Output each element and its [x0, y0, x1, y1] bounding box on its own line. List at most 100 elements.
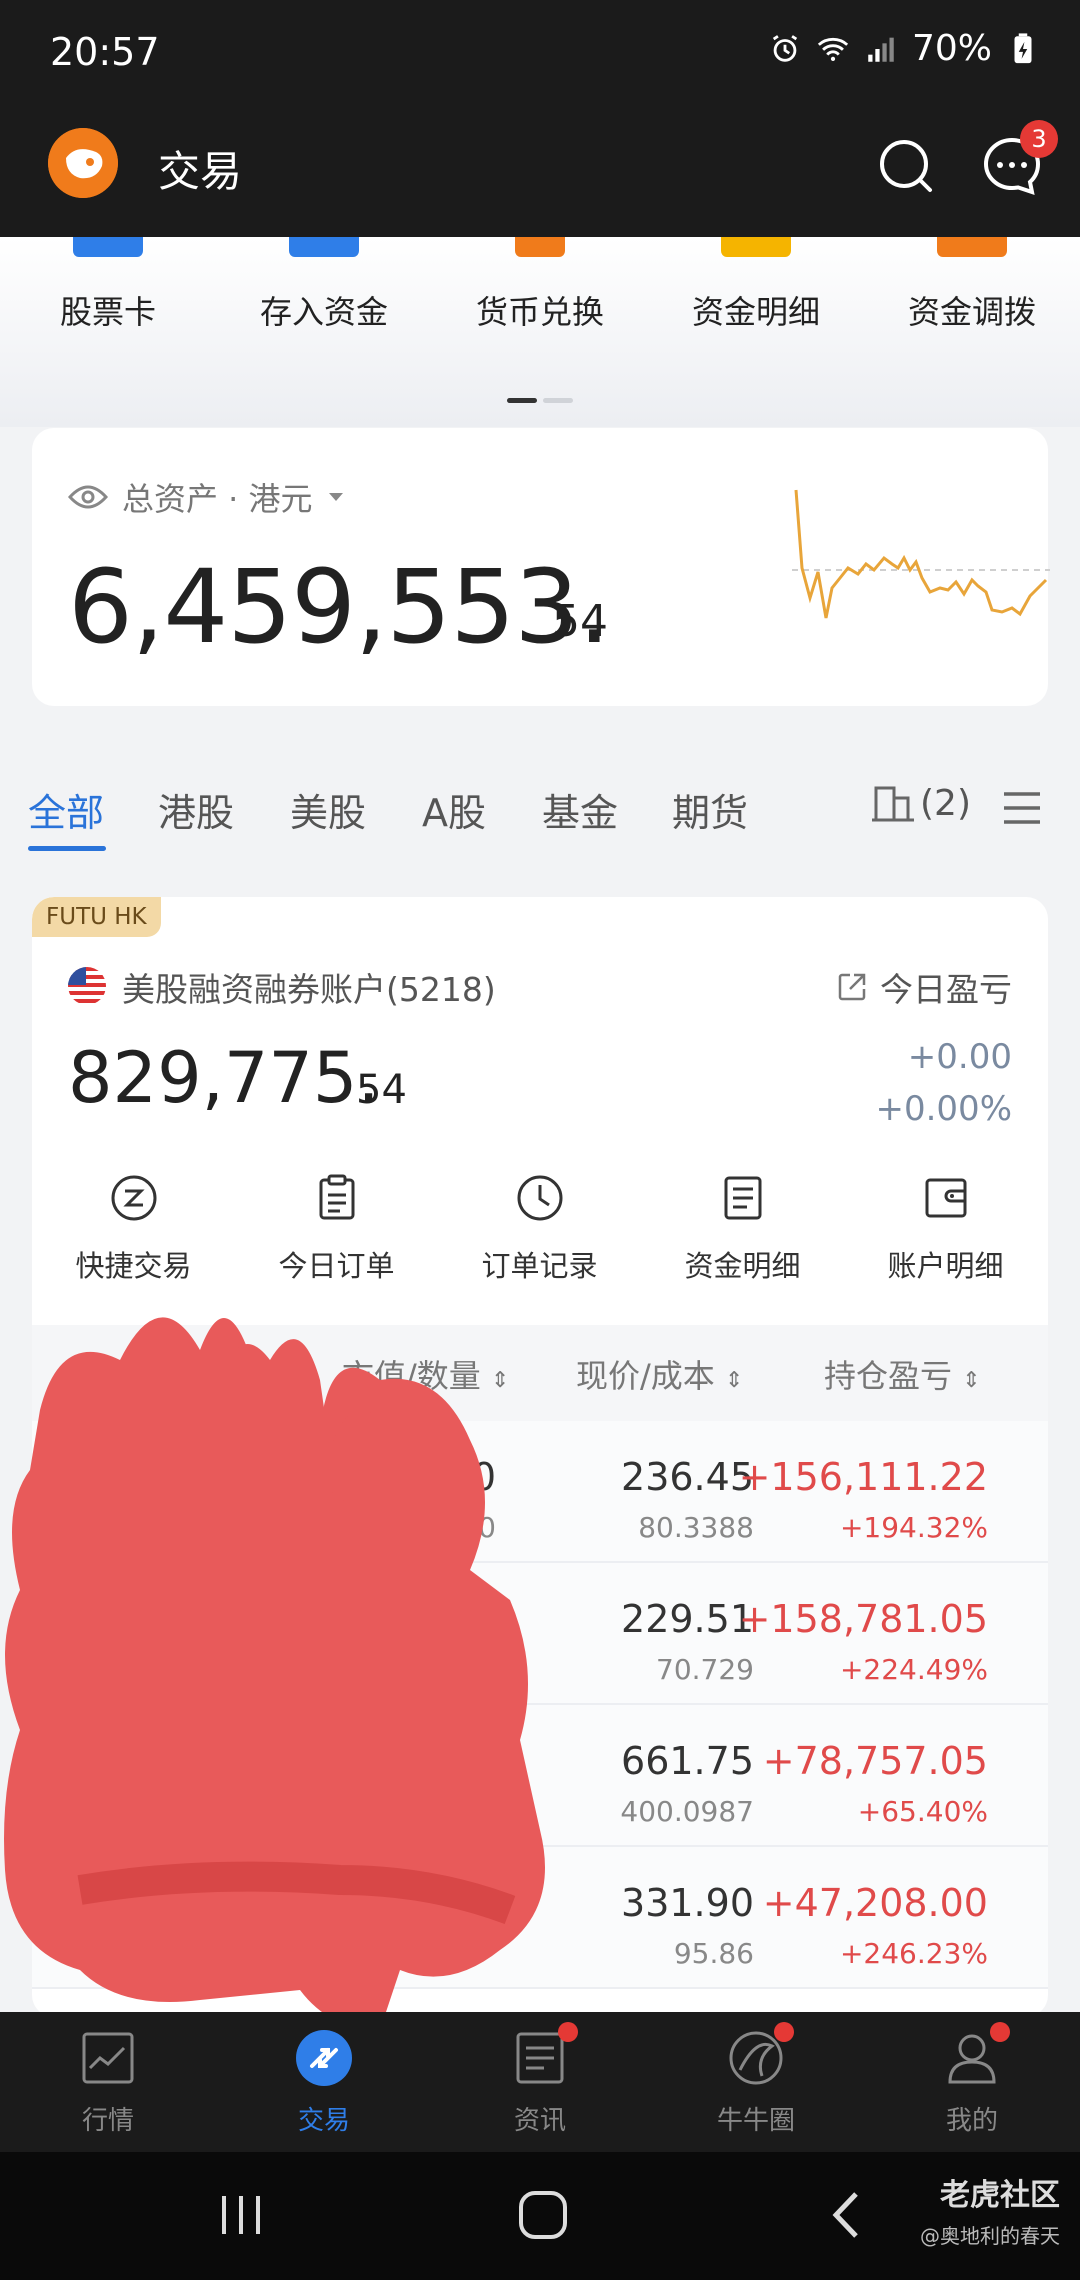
app-header: 交易 3 [0, 110, 1080, 237]
nav-profile[interactable]: 我的 [864, 2022, 1080, 2137]
shortcut-label: 股票卡 [59, 293, 156, 331]
eye-icon[interactable] [68, 483, 108, 511]
nav-label: 行情 [81, 2106, 134, 2136]
broker-tag: FUTU HK [32, 897, 161, 937]
status-bar: 20:57 70% [0, 0, 1080, 110]
current-price: 661.75 [621, 1739, 754, 1783]
fund-details-icon [721, 237, 791, 257]
nav-label: 牛牛圈 [716, 2106, 795, 2136]
redaction-scribble [4, 1317, 545, 2030]
building-icon [872, 786, 914, 822]
watermark: 老虎社区 @奥地利的春天 [920, 2170, 1060, 2249]
shortcut-label: 资金调拨 [907, 293, 1036, 331]
tab-all[interactable]: 全部 [28, 782, 104, 837]
shortcut-deposit[interactable]: 存入资金 [224, 237, 424, 333]
accounts-count: (2) [920, 782, 971, 824]
shortcut-label: 存入资金 [259, 293, 388, 331]
action-label: 账户明细 [887, 1249, 1004, 1283]
caret-down-icon [328, 493, 343, 501]
home-icon[interactable] [516, 2188, 570, 2242]
tab-futures[interactable]: 期货 [672, 782, 748, 837]
tab-a-shares[interactable]: A股 [422, 782, 486, 837]
total-assets-card[interactable]: 总资产 · 港元 6,459,553. 54 [32, 428, 1050, 706]
accounts-switcher[interactable]: (2) [870, 780, 971, 826]
total-assets-value: 6,459,553. [68, 548, 611, 667]
search-icon[interactable] [876, 136, 936, 196]
position-pnl: +47,208.00 [762, 1881, 988, 1925]
message-badge: 3 [1020, 120, 1058, 158]
tab-us-stocks[interactable]: 美股 [290, 782, 366, 837]
fund-details-button[interactable]: 资金明细 [641, 1173, 844, 1285]
us-flag-icon [68, 967, 106, 1005]
sort-icon: ⇕ [962, 1368, 981, 1393]
order-history-button[interactable]: 订单记录 [438, 1173, 641, 1285]
shortcut-currency-exchange[interactable]: 货币兑换 [440, 237, 640, 333]
share-icon[interactable] [836, 971, 868, 1003]
nav-label: 资讯 [513, 2106, 566, 2136]
current-price: 229.51 [621, 1597, 754, 1641]
battery-percent: 70% [911, 28, 992, 69]
notification-dot [774, 2022, 794, 2042]
recent-apps-icon[interactable] [216, 2190, 266, 2240]
total-assets-decimal: 54 [552, 596, 608, 647]
watermark-user: @奥地利的春天 [920, 2224, 1060, 2248]
nav-market[interactable]: 行情 [0, 2028, 216, 2137]
sparkline-chart [792, 489, 1050, 619]
wifi-icon [817, 37, 849, 61]
sort-position-pnl[interactable]: 持仓盈亏 ⇕ [824, 1351, 981, 1397]
cost-price: 80.3388 [638, 1511, 754, 1544]
signal-icon [868, 37, 894, 62]
page-dot [543, 398, 573, 403]
quick-trade-button[interactable]: 快捷交易 [32, 1173, 235, 1285]
position-pnl: +156,111.22 [738, 1455, 988, 1499]
clipboard-icon [319, 1174, 354, 1220]
nav-community[interactable]: 牛牛圈 [648, 2022, 864, 2137]
notification-dot [990, 2022, 1010, 2042]
position-pnl-percent: +246.23% [839, 1937, 988, 1970]
circle-icon [726, 2022, 794, 2088]
menu-icon[interactable] [1002, 788, 1042, 828]
tab-funds[interactable]: 基金 [542, 782, 618, 837]
bottom-nav: 行情 交易 资讯 牛牛圈 我的 [0, 2012, 1080, 2152]
nav-label: 交易 [297, 2106, 350, 2136]
system-nav-bar: 老虎社区 @奥地利的春天 [0, 2152, 1080, 2280]
page-dot-active [507, 398, 537, 403]
position-pnl: +78,757.05 [762, 1739, 988, 1783]
page-title: 交易 [158, 147, 243, 196]
quick-trade-icon [111, 1175, 156, 1221]
total-assets-label: 总资产 · 港元 [122, 480, 313, 518]
account-details-button[interactable]: 账户明细 [844, 1173, 1047, 1285]
position-pnl-percent: +194.32% [839, 1511, 988, 1544]
exchange-icon [515, 237, 565, 257]
position-pnl-percent: +224.49% [839, 1653, 988, 1686]
total-assets-header[interactable]: 总资产 · 港元 [68, 474, 345, 520]
back-icon[interactable] [826, 2190, 866, 2240]
current-price: 236.45 [621, 1455, 754, 1499]
fund-transfer-icon [937, 237, 1007, 257]
wallet-icon [925, 1178, 966, 1218]
page-indicator [0, 388, 1080, 407]
trade-icon [294, 2028, 354, 2088]
cost-price: 95.86 [673, 1937, 754, 1970]
chart-icon [78, 2028, 138, 2088]
sort-icon: ⇕ [724, 1368, 744, 1393]
shortcut-label: 资金明细 [691, 293, 820, 331]
shortcut-fund-transfer[interactable]: 资金调拨 [872, 237, 1072, 333]
today-pnl-header[interactable]: 今日盈亏 [836, 963, 1012, 1011]
account-name: 美股融资融券账户(5218) [122, 970, 496, 1009]
header-price-cost: 现价/成本 [576, 1357, 715, 1395]
shortcut-fund-details[interactable]: 资金明细 [656, 237, 856, 333]
nav-trade[interactable]: 交易 [216, 2028, 432, 2137]
today-orders-button[interactable]: 今日订单 [235, 1173, 438, 1285]
cost-price: 70.729 [656, 1653, 754, 1686]
shortcut-stock-card[interactable]: 股票卡 [8, 237, 208, 333]
clock-icon [517, 1175, 562, 1221]
nav-news[interactable]: 资讯 [432, 2022, 648, 2137]
current-price: 331.90 [621, 1881, 754, 1925]
tab-hk-stocks[interactable]: 港股 [158, 782, 234, 837]
today-pnl-percent: +0.00% [875, 1089, 1013, 1129]
position-pnl-percent: +65.40% [857, 1795, 988, 1828]
cost-price: 400.0987 [620, 1795, 754, 1828]
sort-price-cost[interactable]: 现价/成本 ⇕ [576, 1351, 743, 1397]
stock-card-icon [73, 237, 143, 257]
